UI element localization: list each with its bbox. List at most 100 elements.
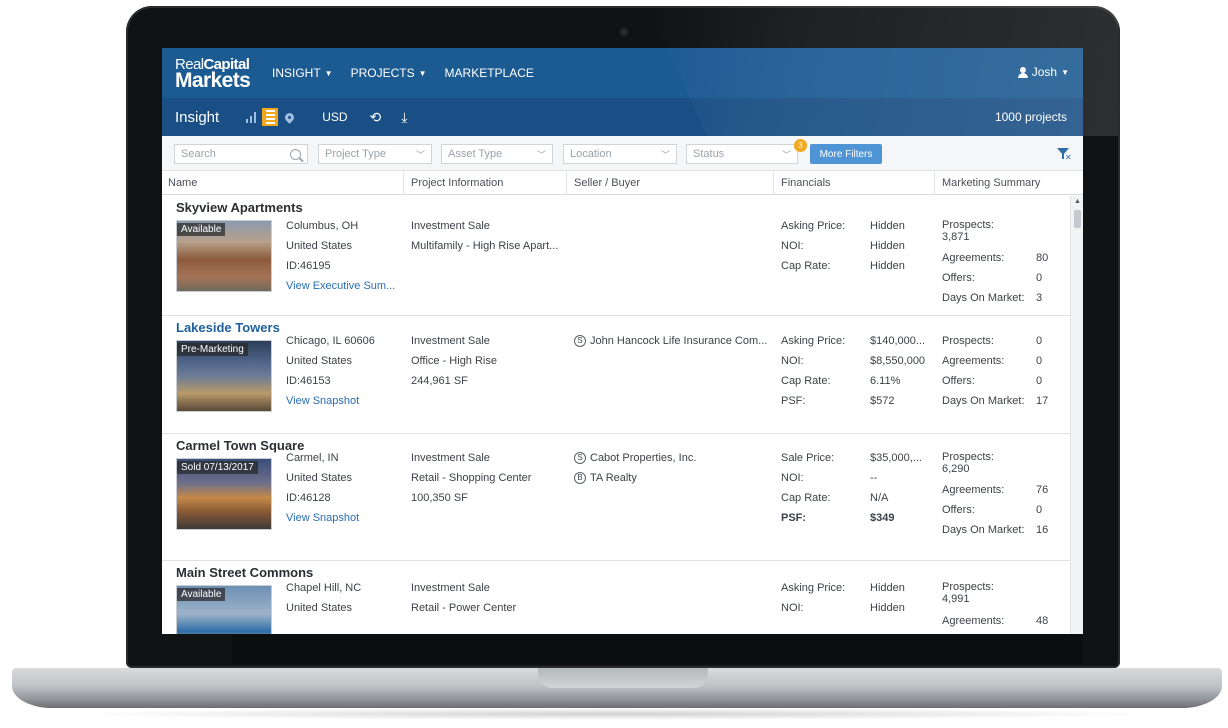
prospects-label: Prospects: <box>942 335 994 347</box>
page-title: Insight <box>175 108 220 126</box>
buyer-icon: B <box>574 472 586 484</box>
project-country: United States <box>286 240 353 252</box>
location-label: Location <box>570 148 612 160</box>
fin-label: NOI: <box>781 602 804 614</box>
chart-view-button[interactable] <box>243 108 259 126</box>
fin-value: $572 <box>870 395 895 407</box>
project-type-select[interactable]: Project Type ﹀ <box>318 144 432 164</box>
chevron-down-icon: ﹀ <box>536 149 546 160</box>
fin-value: Hidden <box>870 220 905 232</box>
fin-label: Cap Rate: <box>781 260 831 272</box>
project-info-size: 100,350 SF <box>411 492 468 504</box>
nav-insight-label: INSIGHT <box>272 66 321 80</box>
project-name[interactable]: Lakeside Towers <box>176 320 280 335</box>
seller-name: Cabot Properties, Inc. <box>590 452 697 464</box>
logo[interactable]: RealCapital Markets <box>175 57 260 92</box>
project-thumbnail[interactable]: Pre-Marketing <box>176 340 272 412</box>
laptop-frame: RealCapital Markets INSIGHT ▼ PROJECTS ▼ M… <box>0 0 1228 728</box>
project-type-label: Project Type <box>325 148 386 160</box>
project-name[interactable]: Skyview Apartments <box>176 200 303 215</box>
asset-type-select[interactable]: Asset Type ﹀ <box>441 144 553 164</box>
seller-entry: S John Hancock Life Insurance Com... <box>574 331 767 351</box>
fin-value: $349 <box>870 512 895 524</box>
project-thumbnail[interactable]: Sold 07/13/2017 <box>176 458 272 530</box>
map-pin-icon <box>282 110 296 124</box>
column-name[interactable]: Name <box>168 177 197 189</box>
project-info-asset: Multifamily - High Rise Apart... <box>411 240 559 252</box>
laptop-bezel-bottom <box>232 634 1083 664</box>
table-row[interactable]: Carmel Town Square Sold 07/13/2017 Carme… <box>162 434 1070 561</box>
project-id: ID:46195 <box>286 260 331 272</box>
offers-value: 0 <box>1036 504 1043 516</box>
more-filters-button[interactable]: More Filters <box>810 144 882 164</box>
project-thumbnail[interactable]: Available <box>176 220 272 292</box>
nav-insight[interactable]: INSIGHT ▼ <box>272 66 333 80</box>
scroll-up-icon[interactable]: ▲ <box>1074 198 1081 205</box>
view-snapshot-link[interactable]: View Snapshot <box>286 391 359 411</box>
vertical-scrollbar[interactable]: ▲ <box>1070 196 1083 634</box>
fin-label: Asking Price: <box>781 335 846 347</box>
fin-label: NOI: <box>781 472 804 484</box>
sub-navbar: Insight USD ⟲ ⤓ 1000 projects <box>162 98 1083 136</box>
fin-label: Sale Price: <box>781 452 835 464</box>
chevron-down-icon: ﹀ <box>781 149 791 160</box>
user-name: Josh <box>1031 65 1058 79</box>
seller-entry: S Cabot Properties, Inc. <box>574 448 696 468</box>
nav-projects-label: PROJECTS <box>350 66 415 80</box>
project-thumbnail[interactable]: Available <box>176 585 272 634</box>
days-value: 17 <box>1036 395 1049 407</box>
close-icon: ✕ <box>1065 153 1072 162</box>
agreements-label: Agreements: <box>942 355 1005 367</box>
days-label: Days On Market: <box>942 292 1025 304</box>
prospects-label: Prospects: <box>942 581 994 593</box>
buyer-entry: B TA Realty <box>574 468 637 488</box>
view-snapshot-link[interactable]: View Snapshot <box>286 508 359 528</box>
chevron-down-icon: ﹀ <box>660 149 670 160</box>
map-view-button[interactable] <box>281 108 297 126</box>
prospects-value: 6,290 <box>942 463 970 475</box>
column-financials[interactable]: Financials <box>781 177 831 189</box>
search-placeholder: Search <box>181 148 216 160</box>
days-value: 3 <box>1036 292 1043 304</box>
nav-projects[interactable]: PROJECTS ▼ <box>351 66 427 80</box>
download-icon[interactable]: ⤓ <box>401 109 407 126</box>
project-city: Carmel, IN <box>286 452 339 464</box>
project-info-type: Investment Sale <box>411 220 490 232</box>
scrollbar-thumb[interactable] <box>1074 210 1081 228</box>
location-select[interactable]: Location ﹀ <box>563 144 677 164</box>
status-badge: Sold 07/13/2017 <box>177 461 258 474</box>
project-country: United States <box>286 602 353 614</box>
column-project-information[interactable]: Project Information <box>411 177 503 189</box>
search-input[interactable]: Search <box>174 144 308 164</box>
fin-value: $35,000,... <box>870 452 922 464</box>
logo-markets: Markets <box>175 68 251 92</box>
status-select[interactable]: Status ﹀ <box>686 144 798 164</box>
currency-selector[interactable]: USD <box>322 110 347 124</box>
days-label: Days On Market: <box>942 524 1025 536</box>
table-header: Name Project Information Seller / Buyer … <box>162 171 1083 195</box>
view-executive-summary-link[interactable]: View Executive Sum... <box>286 276 395 296</box>
table-row[interactable]: Main Street Commons Available Chapel Hil… <box>162 561 1070 634</box>
column-seller-buyer[interactable]: Seller / Buyer <box>574 177 640 189</box>
fin-value: Hidden <box>870 582 905 594</box>
nav-marketplace[interactable]: MARKETPLACE <box>445 66 534 80</box>
project-id: ID:46128 <box>286 492 331 504</box>
table-row[interactable]: Lakeside Towers Pre-Marketing Chicago, I… <box>162 316 1070 434</box>
column-marketing-summary[interactable]: Marketing Summary <box>942 177 1040 189</box>
table-row[interactable]: Skyview Apartments Available Columbus, O… <box>162 196 1070 316</box>
agreements-value: 80 <box>1036 252 1049 264</box>
prospects-value: 3,871 <box>942 231 970 243</box>
agreements-label: Agreements: <box>942 484 1005 496</box>
chevron-down-icon: ▼ <box>324 68 333 78</box>
fin-value: Hidden <box>870 602 905 614</box>
project-id: ID:46153 <box>286 375 331 387</box>
offers-value: 0 <box>1036 272 1043 284</box>
agreements-label: Agreements: <box>942 615 1005 627</box>
user-menu[interactable]: Josh ▼ <box>1017 65 1069 79</box>
refresh-icon[interactable]: ⟲ <box>370 109 382 126</box>
fin-label: Cap Rate: <box>781 492 831 504</box>
user-icon <box>1017 66 1028 78</box>
laptop-notch <box>538 668 708 688</box>
list-view-button[interactable] <box>262 108 279 126</box>
chevron-down-icon: ▼ <box>418 68 427 78</box>
